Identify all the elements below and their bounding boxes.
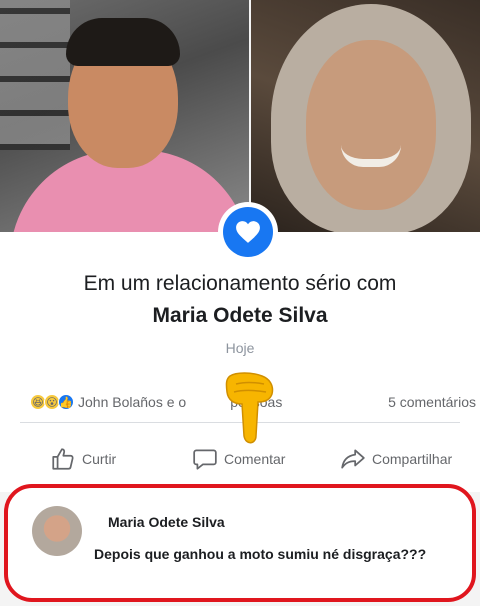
background-window xyxy=(0,0,70,150)
reactors-text: John Bolaños e o xyxy=(78,394,187,410)
relationship-status-card: Em um relacionamento sério com Maria Ode… xyxy=(0,232,480,492)
status-date: Hoje xyxy=(225,340,255,356)
profile-photo-man[interactable] xyxy=(0,0,249,232)
comment-label: Comentar xyxy=(224,451,286,467)
share-button[interactable]: Compartilhar xyxy=(340,446,452,472)
woman-face xyxy=(305,40,436,210)
pointing-down-hand-icon xyxy=(225,372,274,444)
relationship-heart-badge xyxy=(218,202,278,262)
comment-button[interactable]: Comentar xyxy=(192,446,285,472)
thumbs-up-icon xyxy=(52,448,74,470)
comment-bubble-icon xyxy=(193,449,217,470)
comments-count[interactable]: 5 comentários xyxy=(388,394,476,410)
like-icon: 👍 xyxy=(58,394,74,410)
like-button[interactable]: Curtir xyxy=(50,446,116,472)
profile-photos xyxy=(0,0,480,232)
share-label: Compartilhar xyxy=(372,451,453,467)
avatar[interactable] xyxy=(32,506,82,556)
man-hair xyxy=(66,18,180,66)
comment-author[interactable]: Maria Odete Silva xyxy=(108,514,225,530)
action-bar: Curtir Comentar Compartilhar xyxy=(0,444,480,474)
partner-name[interactable]: Maria Odete Silva xyxy=(0,304,480,328)
comment-text: Depois que ganhou a moto sumiu né disgra… xyxy=(94,546,427,562)
status-title: Em um relacionamento sério com xyxy=(83,272,397,295)
like-label: Curtir xyxy=(82,451,117,467)
highlighted-comment: Maria Odete Silva Depois que ganhou a mo… xyxy=(4,484,476,602)
share-arrow-icon xyxy=(341,449,365,469)
profile-photo-woman[interactable] xyxy=(250,0,480,232)
heart-icon xyxy=(236,221,260,243)
